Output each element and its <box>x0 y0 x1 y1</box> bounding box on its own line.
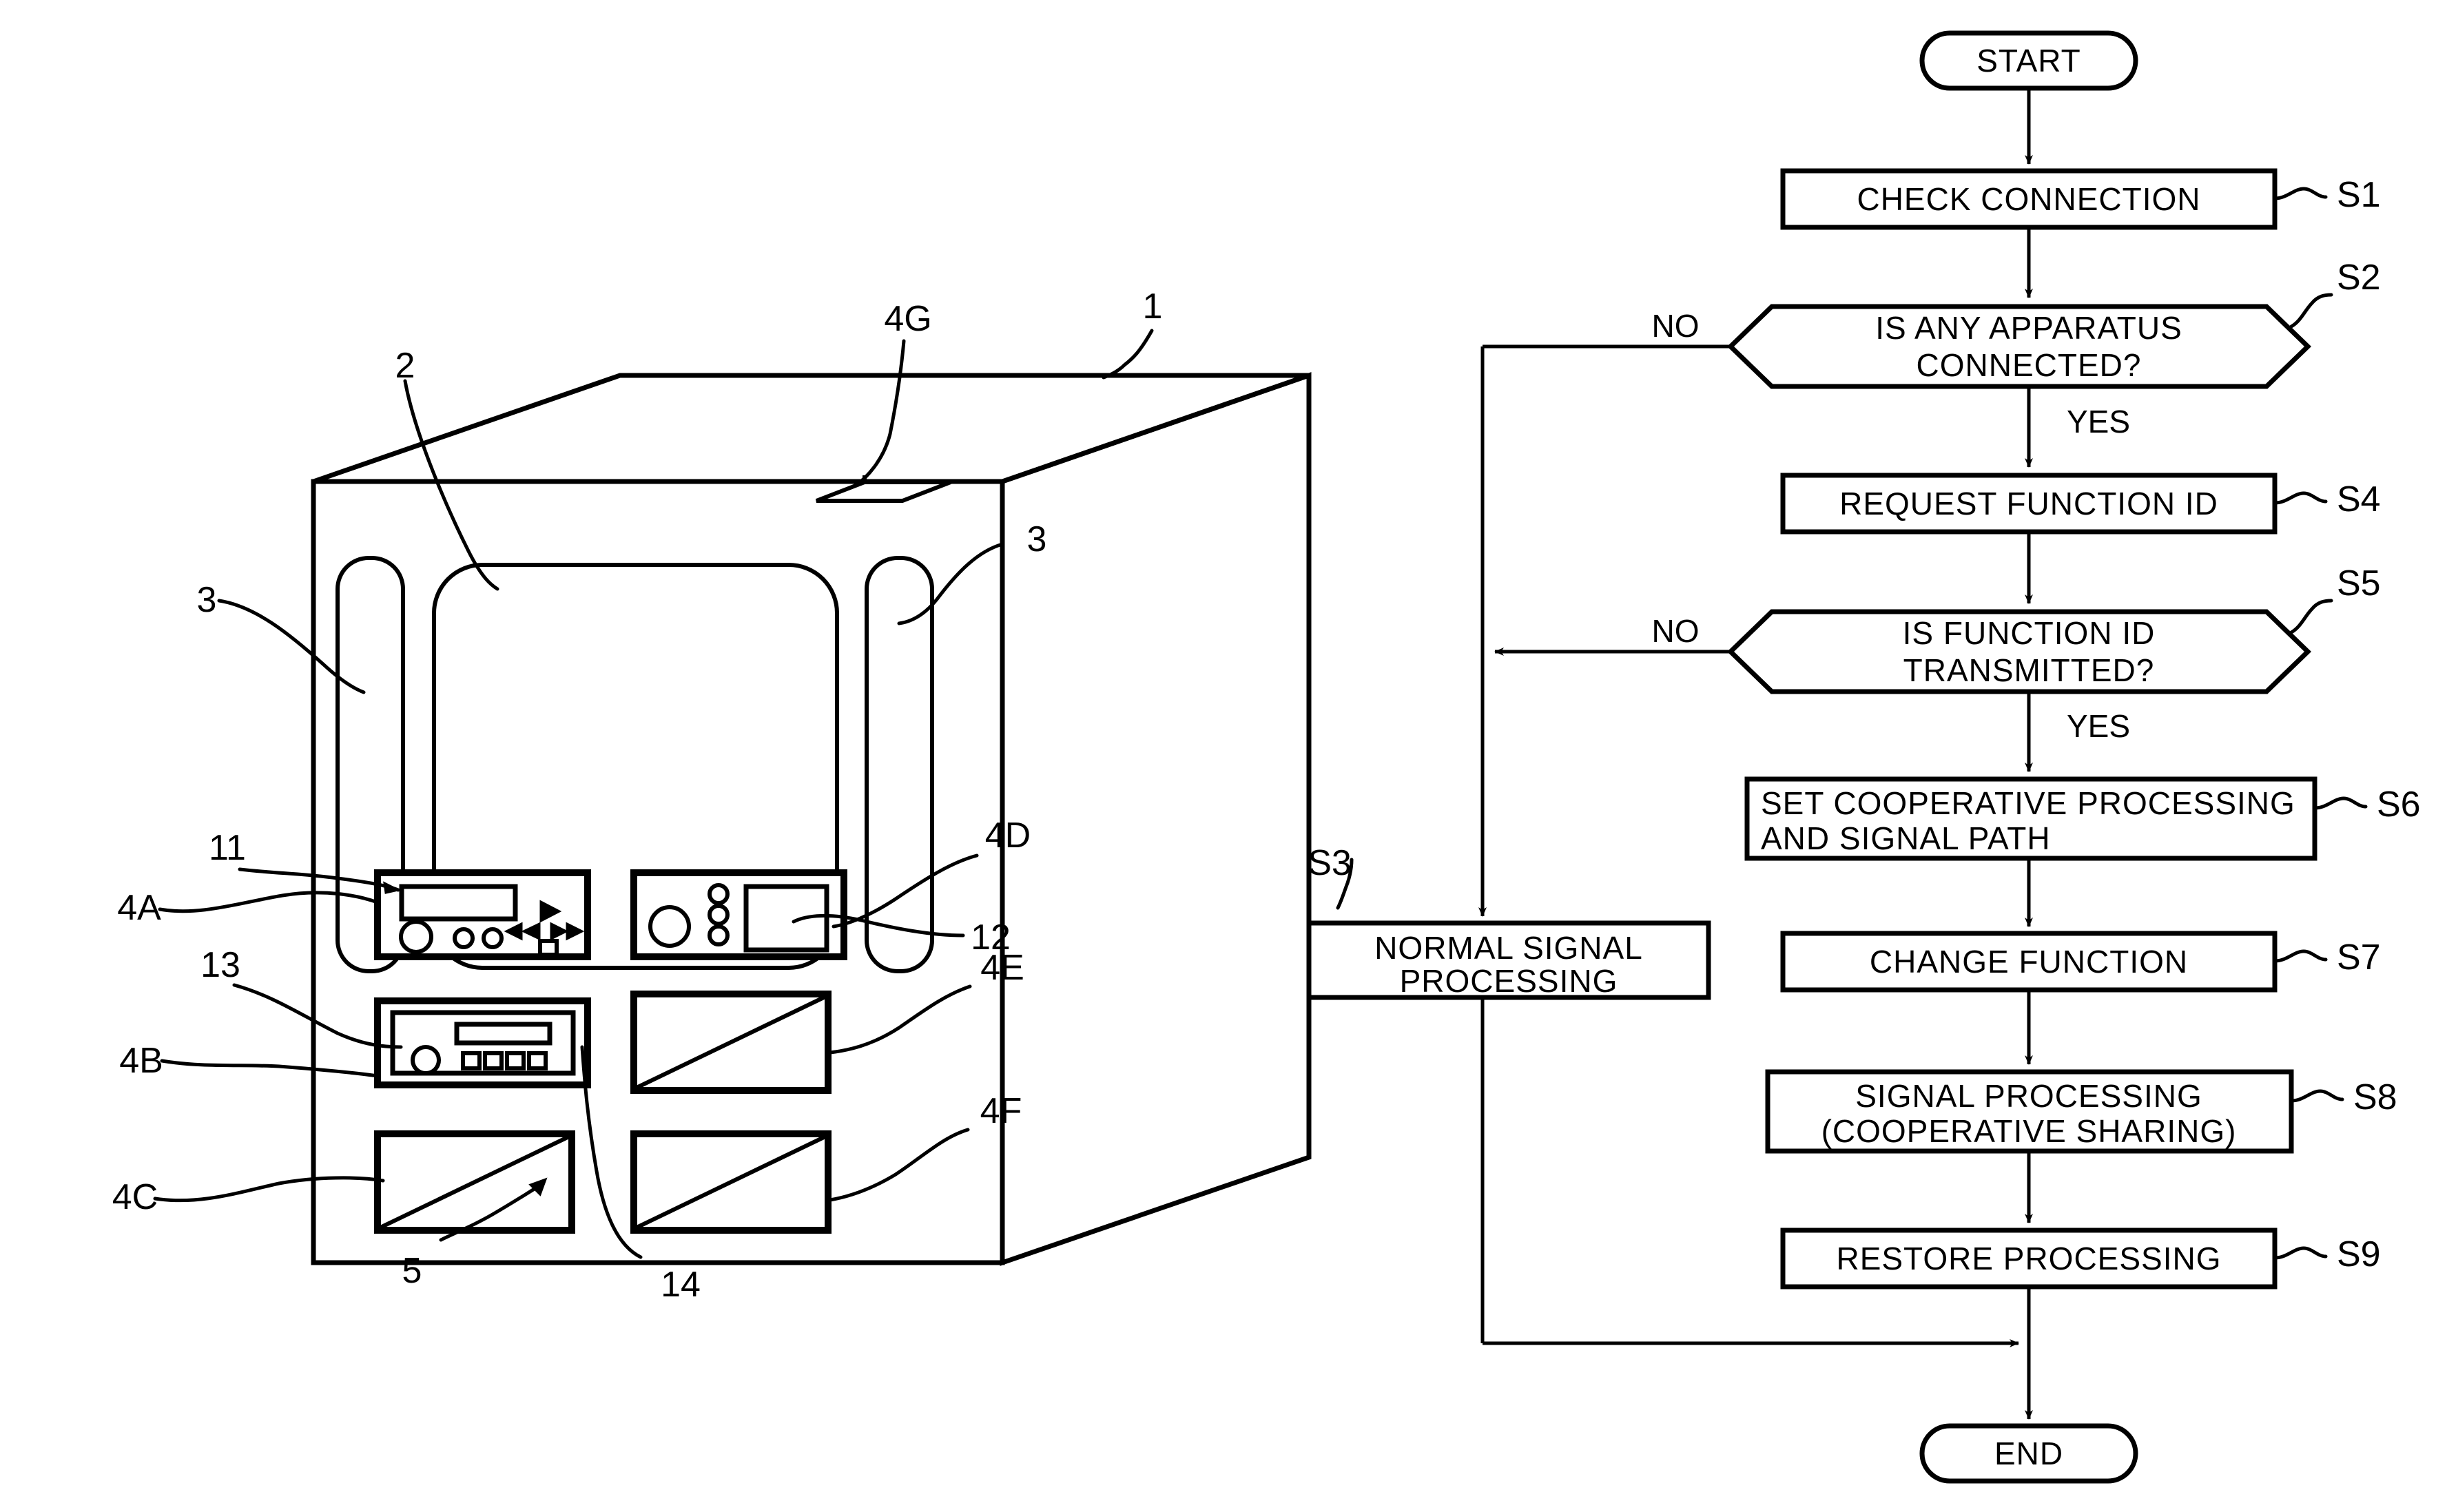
step-ref-s3: S3 <box>1308 843 1352 883</box>
flow-label-s5-line1: IS FUNCTION ID <box>1903 615 2156 651</box>
branch-label-s2-yes: YES <box>2067 404 2130 439</box>
step-ref-s7: S7 <box>2337 938 2381 977</box>
flow-label-s7: CHANGE FUNCTION <box>1870 944 2188 980</box>
flow-label-start: START <box>1976 43 2081 79</box>
flow-label-s8-line2: (COOPERATIVE SHARING) <box>1821 1113 2237 1149</box>
step-ref-s2: S2 <box>2337 258 2381 298</box>
step-ref-s1: S1 <box>2337 175 2381 215</box>
flow-label-s6-line2: AND SIGNAL PATH <box>1761 820 2051 856</box>
branch-label-s2-no: NO <box>1652 308 1700 344</box>
flow-label-s5-line2: TRANSMITTED? <box>1903 652 2155 688</box>
flow-label-end: END <box>1994 1436 2063 1471</box>
flow-label-s3-line2: PROCESSING <box>1400 963 1618 999</box>
step-ref-s6: S6 <box>2377 785 2421 825</box>
step-ref-s9: S9 <box>2337 1234 2381 1274</box>
flow-label-s8-line1: SIGNAL PROCESSING <box>1855 1078 2202 1114</box>
flow-label-s2-line1: IS ANY APPARATUS <box>1875 310 2182 346</box>
flowchart-text: START END CHECK CONNECTION S1 IS ANY APP… <box>1308 43 2421 1471</box>
flow-label-s9: RESTORE PROCESSING <box>1836 1241 2221 1276</box>
branch-label-s5-no: NO <box>1652 613 1700 649</box>
flow-label-s1: CHECK CONNECTION <box>1857 181 2200 217</box>
step-ref-s4: S4 <box>2337 479 2381 519</box>
patent-figure-page: 1 2 3 3 4G 4A 4B 4C 4D 4E 4F 5 11 12 13 … <box>0 0 2447 1512</box>
branch-label-s5-yes: YES <box>2067 708 2130 744</box>
flow-label-s2-line2: CONNECTED? <box>1917 347 2142 383</box>
step-ref-s8: S8 <box>2353 1077 2397 1117</box>
step-ref-s5: S5 <box>2337 563 2381 603</box>
flow-label-s3-line1: NORMAL SIGNAL <box>1374 930 1643 966</box>
flow-label-s6-line1: SET COOPERATIVE PROCESSING <box>1761 785 2295 821</box>
flow-label-s4: REQUEST FUNCTION ID <box>1839 486 2218 521</box>
